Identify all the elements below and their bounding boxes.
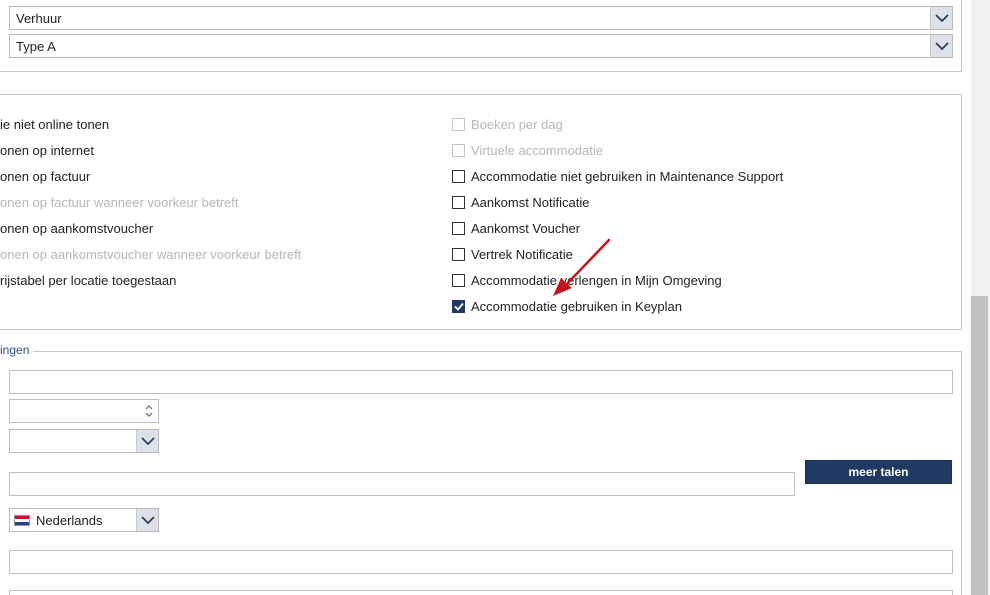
description-field[interactable] xyxy=(9,472,795,496)
checkbox-row-arrival-notification[interactable]: Aankomst Notificatie xyxy=(452,195,590,210)
option-show-voucher-preference: onen op aankomstvoucher wanneer voorkeur… xyxy=(0,247,302,262)
category-select[interactable]: Verhuur xyxy=(9,6,953,30)
checkbox-label: Accommodatie gebruiken in Keyplan xyxy=(471,299,683,314)
checkbox-row-extend-my-environment[interactable]: Accommodatie verlengen in Mijn Omgeving xyxy=(452,273,722,288)
chevron-down-icon[interactable] xyxy=(136,430,158,452)
checkbox-row-departure-notification[interactable]: Vertrek Notificatie xyxy=(452,247,573,262)
scrollbar-thumb[interactable] xyxy=(971,296,988,595)
option-show-invoice-preference: onen op factuur wanneer voorkeur betreft xyxy=(0,195,239,210)
type-select-value: Type A xyxy=(16,38,56,54)
checkmark-icon xyxy=(453,302,464,311)
option-not-online[interactable]: ie niet online tonen xyxy=(0,117,109,132)
text-field[interactable] xyxy=(9,370,953,394)
option-price-table-location[interactable]: rijstabel per locatie toegestaan xyxy=(0,273,176,288)
checkbox[interactable] xyxy=(452,274,465,287)
flag-netherlands-icon xyxy=(14,514,30,526)
category-select-value: Verhuur xyxy=(16,10,62,26)
language-select-value: Nederlands xyxy=(36,512,103,528)
spinner-arrows-icon[interactable] xyxy=(145,404,153,418)
checkbox[interactable] xyxy=(452,170,465,183)
checkbox[interactable] xyxy=(452,144,465,157)
chevron-down-icon[interactable] xyxy=(136,509,158,531)
fieldset-legend: ingen xyxy=(0,343,34,357)
checkbox[interactable] xyxy=(452,248,465,261)
checkbox-label: Vertrek Notificatie xyxy=(471,247,573,262)
chevron-down-icon[interactable] xyxy=(930,35,952,57)
type-select[interactable]: Type A xyxy=(9,34,953,58)
checkbox-row-book-per-day[interactable]: Boeken per dag xyxy=(452,117,563,132)
checkbox-label: Boeken per dag xyxy=(471,117,563,132)
option-show-voucher[interactable]: onen op aankomstvoucher xyxy=(0,221,153,236)
text-field[interactable] xyxy=(9,550,953,574)
number-stepper[interactable] xyxy=(9,399,159,423)
more-languages-button[interactable]: meer talen xyxy=(805,460,952,484)
checkbox-row-virtual[interactable]: Virtuele accommodatie xyxy=(452,143,603,158)
chevron-down-icon[interactable] xyxy=(930,7,952,29)
checkbox-label: Aankomst Notificatie xyxy=(471,195,590,210)
checkbox-row-arrival-voucher[interactable]: Aankomst Voucher xyxy=(452,221,580,236)
checkbox-label: Accommodatie niet gebruiken in Maintenan… xyxy=(471,169,784,184)
language-select[interactable]: Nederlands xyxy=(9,508,159,532)
dropdown-select[interactable] xyxy=(9,429,159,453)
checkbox[interactable] xyxy=(452,196,465,209)
checkbox-row-keyplan[interactable]: Accommodatie gebruiken in Keyplan xyxy=(452,299,682,314)
text-field[interactable] xyxy=(9,590,953,595)
checkbox-checked[interactable] xyxy=(452,300,465,313)
checkbox-row-maintenance[interactable]: Accommodatie niet gebruiken in Maintenan… xyxy=(452,169,783,184)
option-show-internet[interactable]: onen op internet xyxy=(0,143,94,158)
right-edge xyxy=(962,0,971,595)
checkbox[interactable] xyxy=(452,222,465,235)
checkbox[interactable] xyxy=(452,118,465,131)
checkbox-label: Aankomst Voucher xyxy=(471,221,581,236)
option-show-invoice[interactable]: onen op factuur xyxy=(0,169,90,184)
checkbox-label: Accommodatie verlengen in Mijn Omgeving xyxy=(471,273,722,288)
checkbox-label: Virtuele accommodatie xyxy=(471,143,603,158)
